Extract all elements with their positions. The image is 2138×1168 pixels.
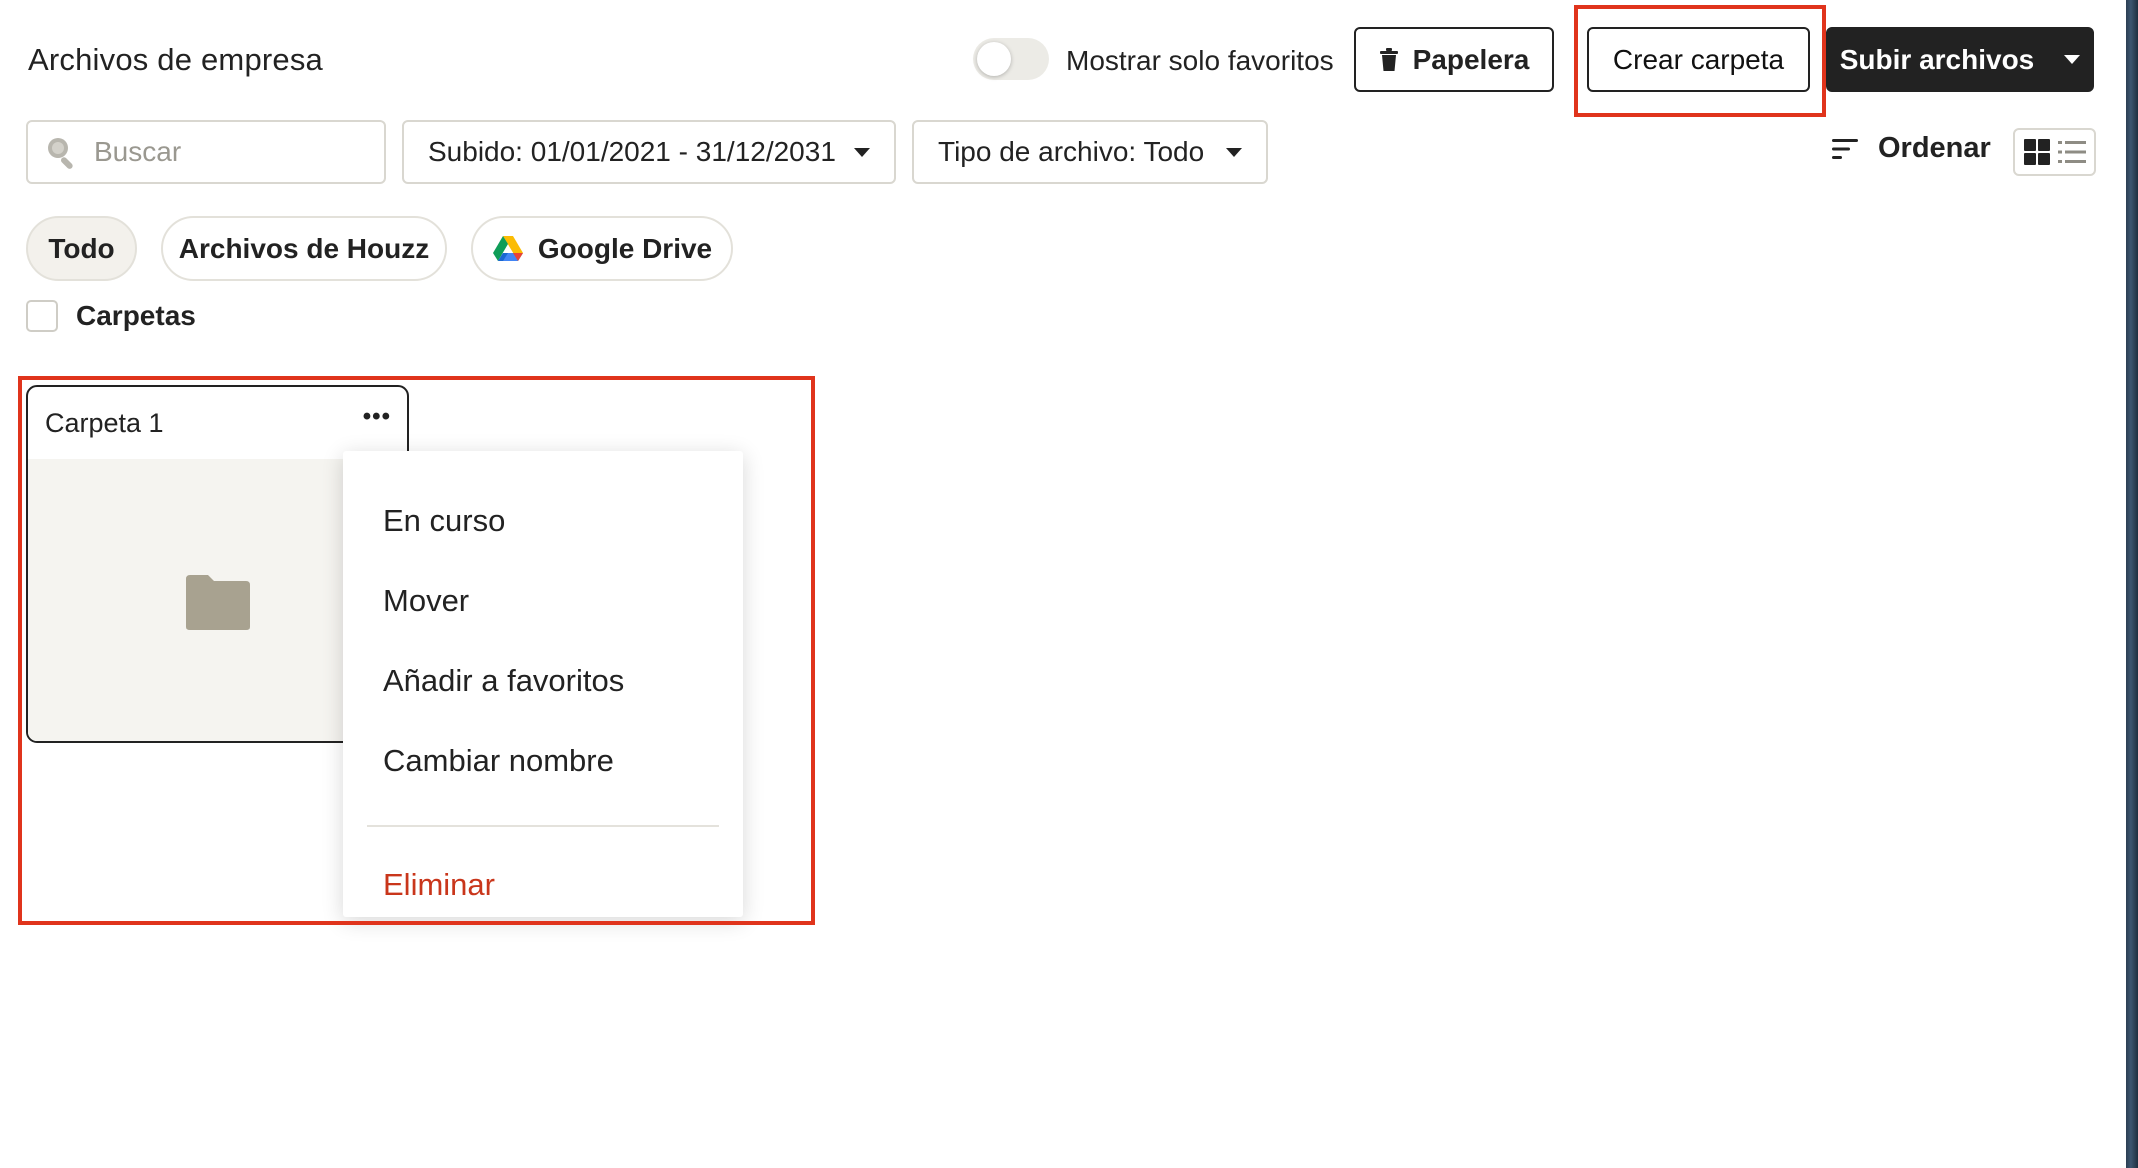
menu-divider [367,825,719,827]
toggle-knob [977,42,1011,76]
list-view-icon[interactable] [2057,138,2087,166]
screen: Archivos de empresa Mostrar solo favorit… [0,0,2138,1168]
upload-files-button-label: Subir archivos [1839,43,2035,75]
page-title: Archivos de empresa [28,42,323,77]
upload-files-button[interactable]: Subir archivos [1826,27,2094,92]
more-options-icon[interactable]: ••• [363,405,391,429]
menu-item-in-progress[interactable]: En curso [343,481,743,561]
trash-button-label: Papelera [1412,43,1530,75]
folder-card-header: Carpeta 1 ••• [28,387,407,459]
files-page: Archivos de empresa Mostrar solo favorit… [0,0,2126,1168]
upload-date-filter[interactable]: Subido: 01/01/2021 - 31/12/2031 [402,120,896,184]
view-switch [2013,128,2096,176]
upload-date-filter-label: Subido: 01/01/2021 - 31/12/2031 [428,136,836,167]
chevron-down-icon [1226,147,1242,157]
source-chip-houzz[interactable]: Archivos de Houzz [161,216,447,281]
grid-view-icon[interactable] [2023,138,2051,166]
search-input[interactable] [94,136,364,168]
search-box[interactable] [26,120,386,184]
create-folder-button[interactable]: Crear carpeta [1587,27,1810,92]
folders-checkbox[interactable] [26,300,58,332]
source-chip-label: Archivos de Houzz [178,232,430,264]
folder-context-menu: En curso Mover Añadir a favoritos Cambia… [343,451,743,917]
search-icon [48,138,73,169]
source-chip-label: Todo [48,232,115,264]
menu-item-delete[interactable]: Eliminar [343,845,743,925]
favorites-toggle-label: Mostrar solo favoritos [1066,45,1334,76]
menu-item-add-favorites[interactable]: Añadir a favoritos [343,641,743,721]
source-chip-all[interactable]: Todo [26,216,137,281]
menu-item-move[interactable]: Mover [343,561,743,641]
create-folder-button-label: Crear carpeta [1612,43,1785,75]
google-drive-icon [492,235,523,261]
chevron-down-icon [2064,55,2081,64]
source-chip-google-drive[interactable]: Google Drive [471,216,733,281]
source-chip-label: Google Drive [537,232,713,264]
file-type-filter[interactable]: Tipo de archivo: Todo [912,120,1268,184]
folders-filter: Carpetas [26,300,196,332]
favorites-toggle[interactable] [973,38,1049,80]
file-type-filter-label: Tipo de archivo: Todo [938,136,1205,167]
trash-icon [1379,47,1398,71]
sort-icon [1832,138,1858,159]
chevron-down-icon [854,147,870,157]
desktop-background [2126,0,2138,1168]
trash-button[interactable]: Papelera [1354,27,1554,92]
sort-label: Ordenar [1878,132,1991,164]
sort-button[interactable]: Ordenar [1832,132,1991,165]
folders-checkbox-label: Carpetas [76,300,196,331]
menu-item-rename[interactable]: Cambiar nombre [343,721,743,801]
folder-card-title: Carpeta 1 [45,407,164,438]
folder-icon [185,575,250,630]
